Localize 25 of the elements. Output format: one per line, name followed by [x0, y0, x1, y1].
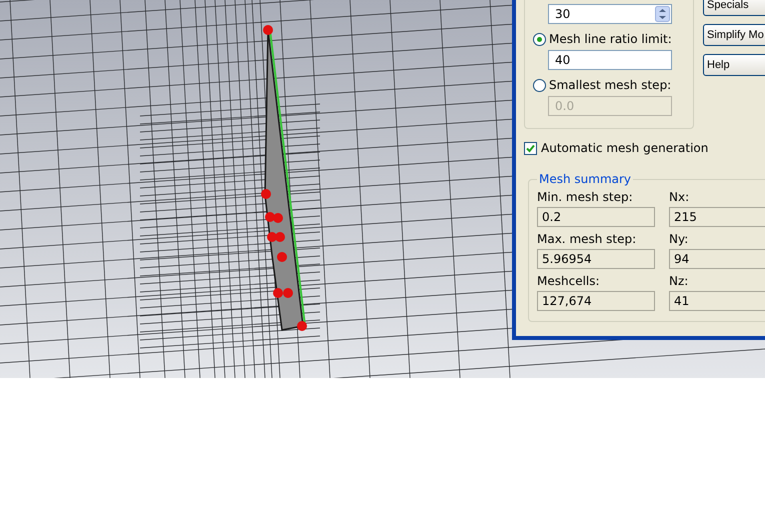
radio-button[interactable] [533, 32, 546, 46]
dialog-button[interactable]: Simplify Mo [703, 24, 765, 46]
dialog-button[interactable]: Help [703, 54, 765, 76]
input-field[interactable]: 40 [548, 50, 672, 70]
radio-button[interactable] [533, 78, 546, 92]
checkbox[interactable] [524, 142, 537, 154]
summary-label: Nz: [669, 274, 690, 288]
readonly-field: 215 [669, 207, 765, 227]
summary-label: Nx: [669, 190, 690, 204]
summary-label: Min. mesh step: [537, 190, 634, 204]
summary-label: Meshcells: [537, 274, 601, 288]
spinner-arrows-icon[interactable] [655, 6, 670, 22]
readonly-field: 127,674 [537, 291, 655, 311]
checkbox-label: Automatic mesh generation [541, 141, 708, 155]
option-label: Mesh line ratio limit: [549, 32, 672, 46]
summary-label: Ny: [669, 232, 690, 246]
readonly-field: 0.2 [537, 207, 655, 227]
readonly-field: 41 [669, 291, 765, 311]
option-label: Smallest mesh step: [549, 78, 672, 92]
readonly-field: 5.96954 [537, 249, 655, 269]
dialog-button[interactable]: Specials [703, 0, 765, 16]
readonly-field: 94 [669, 249, 765, 269]
summary-label: Max. mesh step: [537, 232, 638, 246]
group-title: Mesh summary [538, 172, 632, 186]
spinner-field[interactable]: 30 [548, 4, 672, 24]
